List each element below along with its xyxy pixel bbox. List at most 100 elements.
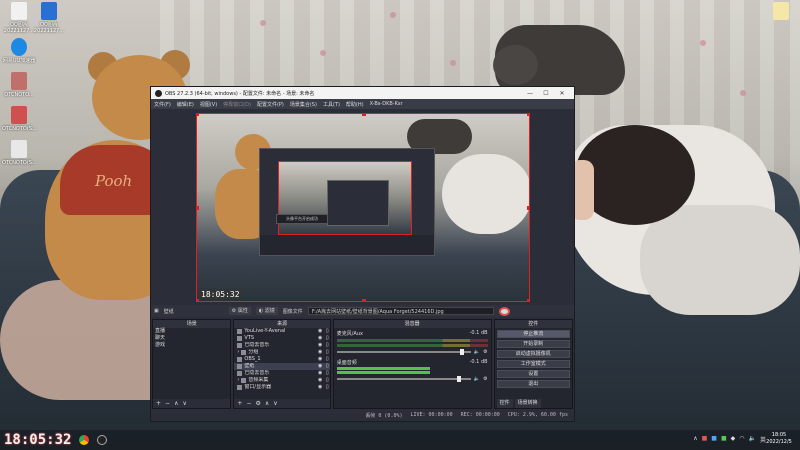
obs-titlebar[interactable]: OBS 27.2.3 (64-bit, windows) - 配置文件: 未命名… [151, 87, 574, 99]
lock-icon[interactable]: ▯ [325, 335, 330, 342]
resize-handle[interactable] [527, 114, 529, 116]
move-down-icon[interactable]: ∨ [182, 400, 186, 407]
stop-streaming-button[interactable]: 停止推流 [496, 330, 570, 338]
tray-app-icon[interactable]: ■ [721, 435, 727, 444]
close-icon[interactable]: ✕ [554, 90, 570, 97]
tray-app-icon[interactable]: ◆ [731, 435, 736, 444]
source-item[interactable]: 窗口/显示器 ◉ ▯ [234, 384, 329, 391]
eye-icon[interactable]: ◉ [318, 363, 323, 370]
tray-app-icon[interactable]: ■ [702, 435, 708, 444]
menu-docks[interactable]: 停靠窗口(D) [223, 101, 251, 108]
scene-item[interactable]: 聊天 [153, 335, 230, 342]
taskbar-datetime[interactable]: 18:05 2022/12/5 [764, 432, 794, 446]
preview-canvas[interactable]: 头像平台开启成功 18:05:32 [196, 113, 530, 302]
volume-slider[interactable] [336, 376, 471, 382]
wifi-icon[interactable]: ◠ [739, 435, 744, 444]
menu-plugin[interactable]: X-Bs-DKB-Ksr [370, 101, 403, 107]
menu-edit[interactable]: 编辑(E) [177, 101, 194, 108]
gear-icon[interactable]: ⚙ [483, 349, 487, 355]
chrome-icon[interactable] [79, 435, 90, 445]
source-item[interactable]: VTS ◉ ▯ [234, 335, 329, 342]
resize-handle[interactable] [527, 299, 529, 301]
volume-icon[interactable]: 🔈 [749, 435, 756, 444]
speaker-icon[interactable]: 🔈 [474, 376, 480, 382]
lock-icon[interactable]: ▯ [325, 377, 330, 384]
start-virtual-camera-button[interactable]: 启动虚拟摄像机 [496, 350, 570, 358]
resize-handle[interactable] [197, 299, 199, 301]
exit-button[interactable]: 退出 [496, 380, 570, 388]
source-item-selected[interactable]: 壁纸 ◉ ▯ [234, 363, 330, 370]
settings-button[interactable]: 设置 [496, 370, 570, 378]
eye-icon[interactable]: ◉ [318, 328, 323, 335]
source-item[interactable]: › 分组 ◉ ▯ [234, 349, 329, 356]
desktop-icon[interactable]: OTCNOTO(S... [2, 140, 37, 166]
desktop-icon[interactable]: OTCNOTO... [2, 72, 36, 98]
lock-icon[interactable]: ▯ [325, 356, 330, 363]
remove-icon[interactable]: − [246, 400, 251, 407]
gear-icon[interactable]: ⚙ [483, 376, 487, 382]
volume-slider[interactable] [336, 349, 471, 355]
selected-source-name: 壁纸 [163, 308, 174, 315]
source-item[interactable]: OBS_1 ◉ ▯ [234, 356, 329, 363]
menu-help[interactable]: 帮助(H) [346, 101, 364, 108]
move-up-icon[interactable]: ∧ [174, 400, 178, 407]
lock-icon[interactable]: ▯ [325, 349, 330, 356]
eye-icon[interactable]: ◉ [318, 356, 323, 363]
group-chevron-icon[interactable]: › [237, 349, 239, 356]
eye-icon[interactable]: ◉ [318, 335, 323, 342]
slider-knob[interactable] [457, 376, 462, 382]
add-icon[interactable]: + [156, 400, 161, 407]
image-path-field[interactable]: F:/A胤去网站壁纸/壁纸背景图/Aqua Forget/524416D.jpg [307, 307, 494, 315]
group-chevron-icon[interactable]: › [237, 377, 239, 384]
tab-scene-transitions[interactable]: 场景转换 [514, 399, 541, 408]
desktop-icon[interactable]: 网易UU加速器 [2, 38, 36, 64]
scene-item[interactable]: 直播 [153, 328, 230, 335]
tab-controls[interactable]: 控件 [496, 399, 513, 408]
resize-handle[interactable] [197, 114, 199, 116]
add-icon[interactable]: + [237, 400, 242, 407]
desktop-icon[interactable] [764, 2, 798, 22]
menu-scene-collection[interactable]: 场景集合(S) [290, 101, 317, 108]
tray-chevron-icon[interactable]: ∧ [693, 435, 697, 444]
source-item[interactable]: 已隐去音乐 ◉ ▯ [234, 342, 329, 349]
source-item[interactable]: › 音频采集 ◉ ▯ [234, 377, 329, 384]
source-item[interactable]: 已隐去音乐 ◉ ▯ [234, 370, 329, 377]
tray-app-icon[interactable]: ■ [711, 435, 717, 444]
resize-handle[interactable] [362, 299, 366, 301]
menu-profile[interactable]: 配置文件(P) [257, 101, 284, 108]
desktop-icon[interactable]: QQ图片20221127... [2, 2, 36, 34]
obs-taskbar-icon[interactable] [97, 435, 108, 445]
eye-icon[interactable]: ◉ [318, 384, 323, 391]
lock-icon[interactable]: ▯ [325, 342, 330, 349]
lock-icon[interactable]: ▯ [325, 384, 330, 391]
gear-icon[interactable]: ⚙ [255, 400, 260, 407]
resize-handle[interactable] [362, 114, 366, 116]
eye-icon[interactable]: ◉ [318, 370, 323, 377]
speaker-icon[interactable]: 🔈 [474, 349, 480, 355]
lock-icon[interactable]: ▯ [325, 370, 330, 377]
minimize-icon[interactable]: — [522, 90, 538, 97]
eye-icon[interactable]: ◉ [318, 349, 323, 356]
source-item[interactable]: YouLive-Y-Avenal ◉ ▯ [234, 328, 329, 335]
studio-mode-button[interactable]: 工作室模式 [496, 360, 570, 368]
desktop-icon[interactable]: QQ图片20221127... [32, 2, 66, 34]
menu-file[interactable]: 文件(F) [154, 101, 171, 108]
slider-knob[interactable] [460, 349, 465, 355]
eye-icon[interactable]: ◉ [318, 377, 323, 384]
menu-tools[interactable]: 工具(T) [323, 101, 340, 108]
desktop-icon[interactable]: OTCNOTO(S... [2, 106, 37, 132]
lock-icon[interactable]: ▯ [325, 363, 330, 370]
move-up-icon[interactable]: ∧ [265, 400, 269, 407]
start-recording-button[interactable]: 开始录制 [496, 340, 570, 348]
eye-icon[interactable]: ◉ [318, 342, 323, 349]
filters-button[interactable]: ◐ 滤镜 [255, 307, 278, 315]
scene-item[interactable]: 游戏 [153, 342, 230, 349]
properties-button[interactable]: ⚙ 属性 [228, 307, 251, 315]
remove-icon[interactable]: − [165, 400, 170, 407]
resize-handle[interactable] [197, 206, 199, 210]
resize-handle[interactable] [527, 206, 529, 210]
menu-view[interactable]: 视图(V) [200, 101, 217, 108]
lock-icon[interactable]: ▯ [325, 328, 330, 335]
move-down-icon[interactable]: ∨ [273, 400, 277, 407]
maximize-icon[interactable]: ☐ [538, 90, 554, 97]
